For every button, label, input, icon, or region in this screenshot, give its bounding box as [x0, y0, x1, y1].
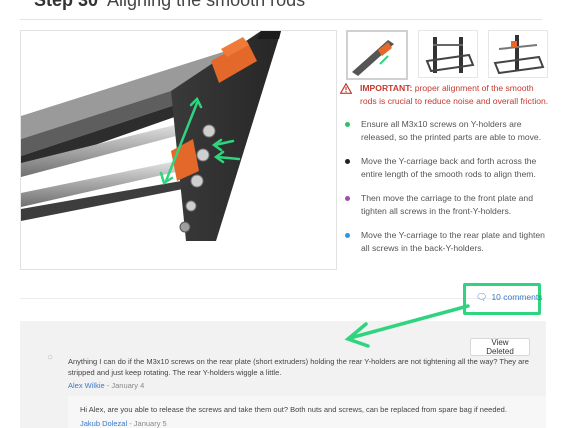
bullet-dot — [345, 122, 350, 127]
thumbnail-image — [425, 37, 475, 73]
important-label: IMPORTANT: — [360, 83, 413, 93]
bullet-list: Ensure all M3x10 screws on Y-holders are… — [340, 118, 550, 255]
comments-link[interactable]: 🗨︎ 10 comments — [476, 292, 542, 303]
reply-author-link[interactable]: Jakub Dolezal — [80, 419, 127, 428]
instruction-bullet: Ensure all M3x10 screws on Y-holders are… — [340, 118, 550, 144]
step-label: Step 30 — [34, 0, 99, 10]
bullet-dot — [345, 196, 350, 201]
comment-bubble-icon: 🗨︎ — [476, 292, 488, 302]
printer-frame-illustration — [21, 31, 281, 241]
comment-author-link[interactable]: Alex Wilkie — [68, 381, 105, 390]
comment-icon: ○ — [47, 352, 54, 363]
bullet-text: Move the Y-carriage back and forth acros… — [361, 156, 537, 179]
thumbnail-image — [352, 40, 394, 76]
reply-date: - January 5 — [127, 419, 167, 428]
view-deleted-button[interactable]: View Deleted — [470, 338, 530, 356]
step-header: Step 30 Aligning the smooth rods — [34, 0, 305, 11]
instruction-bullet: Move the Y-carriage back and forth acros… — [340, 155, 550, 181]
comments-count-label: 10 comments — [491, 292, 543, 302]
reply-author-line: Jakub Dolezal - January 5 — [80, 419, 167, 428]
thumbnail-2[interactable] — [418, 30, 478, 78]
comment-date: - January 4 — [104, 381, 145, 390]
instruction-bullet: Move the Y-carriage to the rear plate an… — [340, 229, 550, 255]
thumbnail-image — [493, 35, 545, 75]
comment-author-line: Alex Wilkie - January 4 — [68, 381, 144, 390]
thumbnail-1[interactable] — [346, 30, 408, 80]
bullet-dot — [345, 233, 350, 238]
bullet-text: Ensure all M3x10 screws on Y-holders are… — [361, 119, 542, 142]
header-divider — [20, 19, 542, 20]
step-title: Aligning the smooth rods — [107, 0, 306, 10]
thumbnail-3[interactable] — [488, 30, 548, 78]
important-note: IMPORTANT: proper alignment of the smoot… — [340, 82, 550, 108]
main-step-image[interactable] — [20, 30, 337, 270]
comment-body: Anything I can do if the M3x10 screws on… — [68, 357, 529, 377]
warning-icon — [340, 83, 352, 94]
reply-body: Hi Alex, are you able to release the scr… — [80, 405, 507, 414]
step-instructions: IMPORTANT: proper alignment of the smoot… — [340, 82, 550, 266]
instruction-bullet: Then move the carriage to the front plat… — [340, 192, 550, 218]
bullet-dot — [345, 159, 350, 164]
bullet-text: Move the Y-carriage to the rear plate an… — [361, 230, 545, 253]
bullet-text: Then move the carriage to the front plat… — [361, 193, 533, 216]
